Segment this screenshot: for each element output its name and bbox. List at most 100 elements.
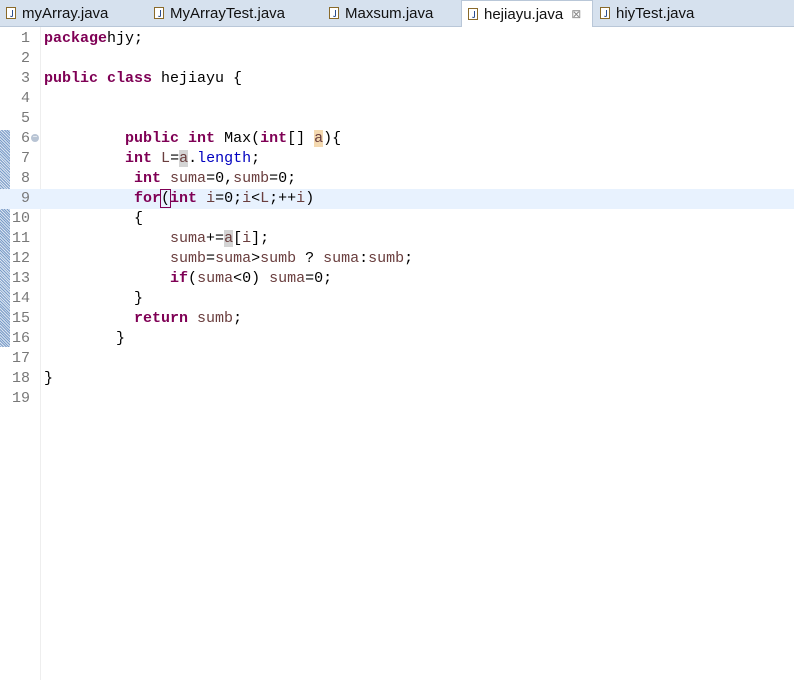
code-token: suma bbox=[215, 250, 252, 267]
code-line[interactable]: 18} bbox=[0, 369, 794, 389]
line-number: 12 bbox=[11, 250, 30, 267]
line-number: 19 bbox=[11, 390, 30, 407]
code-token: int bbox=[260, 130, 288, 147]
java-file-icon bbox=[154, 7, 164, 19]
code-text: sumb=suma>sumb ? suma:sumb; bbox=[44, 249, 413, 269]
code-text: if(suma<0) suma=0; bbox=[44, 269, 332, 289]
code-token: { bbox=[134, 210, 144, 227]
code-token: class bbox=[107, 70, 153, 87]
code-token: a bbox=[314, 130, 324, 147]
line-number: 4 bbox=[20, 90, 30, 107]
code-token: a bbox=[179, 150, 189, 167]
tab-label: myArray.java bbox=[22, 4, 109, 22]
fold-collapse-icon[interactable]: − bbox=[31, 134, 39, 142]
tab-hiytest-java[interactable]: hiyTest.java bbox=[594, 0, 704, 26]
code-token: hejiayu { bbox=[152, 70, 243, 87]
code-token: } bbox=[134, 290, 144, 307]
code-token: [ bbox=[233, 230, 243, 247]
close-tab-icon[interactable]: ⊠ bbox=[571, 7, 581, 21]
code-token: < bbox=[251, 190, 261, 207]
code-line[interactable]: 16 } bbox=[0, 329, 794, 349]
code-token: : bbox=[359, 250, 369, 267]
code-token: sumb bbox=[170, 250, 207, 267]
tab-myarray-java[interactable]: myArray.java bbox=[0, 0, 140, 26]
tab-maxsum-java[interactable]: Maxsum.java bbox=[323, 0, 453, 26]
java-file-icon bbox=[329, 7, 339, 19]
code-text: public int Max(int[] a){ bbox=[44, 129, 341, 149]
line-number: 9 bbox=[20, 190, 30, 207]
editor-tab-bar: myArray.java MyArrayTest.java Maxsum.java h… bbox=[0, 0, 794, 27]
code-token: i bbox=[242, 190, 252, 207]
code-line[interactable]: 12 sumb=suma>sumb ? suma:sumb; bbox=[0, 249, 794, 269]
code-text: packagehjy; bbox=[44, 29, 143, 49]
tab-label: hejiayu.java bbox=[484, 5, 564, 23]
code-line[interactable]: 2 bbox=[0, 49, 794, 69]
code-line[interactable]: 10 { bbox=[0, 209, 794, 229]
code-line[interactable]: 7 int L=a.length; bbox=[0, 149, 794, 169]
code-token: a bbox=[224, 230, 234, 247]
line-number: 11 bbox=[11, 230, 30, 247]
code-token: public bbox=[44, 70, 99, 87]
code-line[interactable]: 19 bbox=[0, 389, 794, 409]
tab-hejiayu-java[interactable]: hejiayu.java ⊠ bbox=[461, 0, 593, 27]
code-token: i bbox=[206, 190, 216, 207]
line-number: 1 bbox=[20, 30, 30, 47]
line-number: 6 bbox=[20, 130, 30, 147]
code-line[interactable]: 3 public class hejiayu { bbox=[0, 69, 794, 89]
code-token: i bbox=[296, 190, 306, 207]
code-line[interactable]: 11 suma+=a[i]; bbox=[0, 229, 794, 249]
code-line[interactable]: 6− public int Max(int[] a){ bbox=[0, 129, 794, 149]
code-line[interactable]: 8 int suma=0,sumb=0; bbox=[0, 169, 794, 189]
line-number: 5 bbox=[20, 110, 30, 127]
code-line[interactable]: 1 packagehjy; bbox=[0, 29, 794, 49]
code-token: if bbox=[170, 270, 189, 287]
code-token: public bbox=[125, 130, 180, 147]
code-token: = bbox=[206, 250, 216, 267]
code-token: ( bbox=[160, 189, 172, 208]
code-token: suma bbox=[323, 250, 360, 267]
tab-myarraytest-java[interactable]: MyArrayTest.java bbox=[148, 0, 318, 26]
code-token: = bbox=[170, 150, 180, 167]
line-number: 10 bbox=[11, 210, 30, 227]
code-token: sumb bbox=[197, 310, 234, 327]
code-line[interactable]: 4 bbox=[0, 89, 794, 109]
java-file-icon bbox=[6, 7, 16, 19]
code-text: for(int i=0;i<L;++i) bbox=[44, 189, 314, 209]
line-number: 3 bbox=[20, 70, 30, 87]
code-token: length bbox=[197, 150, 252, 167]
code-token: suma bbox=[197, 270, 234, 287]
code-line[interactable]: 9 for(int i=0;i<L;++i) bbox=[0, 189, 794, 209]
code-token: ) bbox=[305, 190, 315, 207]
code-line[interactable]: 14 } bbox=[0, 289, 794, 309]
code-token: =0; bbox=[215, 190, 243, 207]
code-line[interactable]: 17 bbox=[0, 349, 794, 369]
code-line[interactable]: 13 if(suma<0) suma=0; bbox=[0, 269, 794, 289]
line-number: 18 bbox=[11, 370, 30, 387]
code-text: int suma=0,sumb=0; bbox=[44, 169, 296, 189]
line-number: 13 bbox=[11, 270, 30, 287]
code-token: += bbox=[206, 230, 225, 247]
code-token: ){ bbox=[323, 130, 342, 147]
code-token: [] bbox=[287, 130, 315, 147]
code-token: ( bbox=[188, 270, 198, 287]
code-token: package bbox=[44, 30, 108, 47]
code-token: ; bbox=[404, 250, 414, 267]
code-line[interactable]: 5 bbox=[0, 109, 794, 129]
code-token: return bbox=[134, 310, 189, 327]
code-text: suma+=a[i]; bbox=[44, 229, 269, 249]
code-token: =0; bbox=[269, 170, 297, 187]
line-number: 17 bbox=[11, 350, 30, 367]
code-line[interactable]: 15 return sumb; bbox=[0, 309, 794, 329]
java-file-icon bbox=[600, 7, 610, 19]
code-text: return sumb; bbox=[44, 309, 242, 329]
code-token: . bbox=[188, 150, 198, 167]
code-text: { bbox=[44, 209, 143, 229]
code-token: sumb bbox=[260, 250, 297, 267]
code-text: } bbox=[44, 329, 125, 349]
code-text: int L=a.length; bbox=[44, 149, 260, 169]
code-token: hjy; bbox=[107, 30, 144, 47]
code-editor[interactable]: 1 packagehjy; 2 3 public class hejiayu {4 5 6−… bbox=[0, 29, 794, 409]
